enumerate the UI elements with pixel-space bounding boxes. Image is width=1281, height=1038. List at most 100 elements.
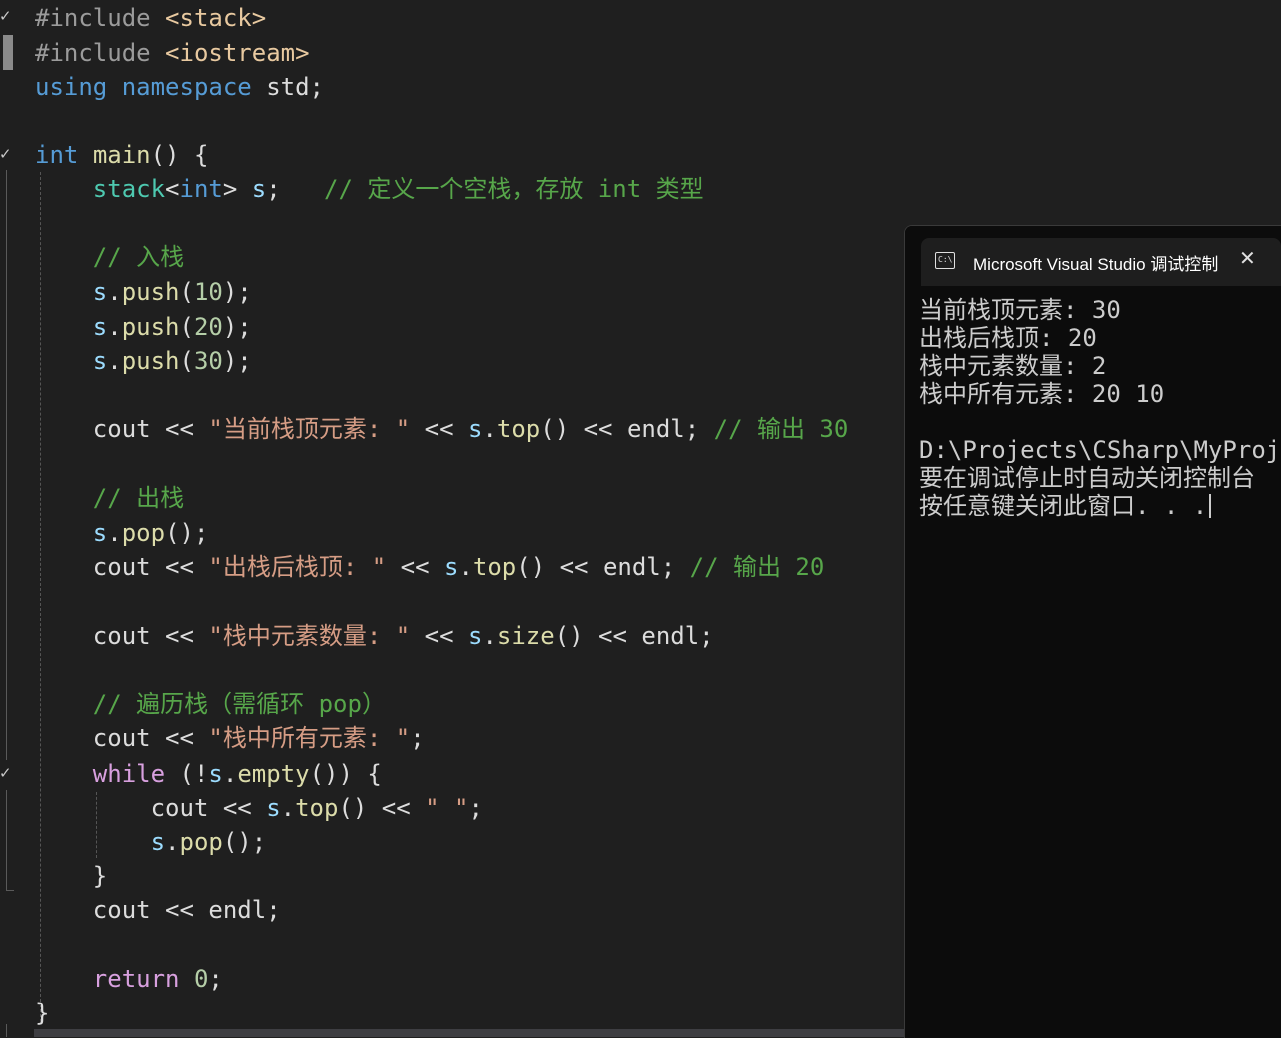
code-token: . [107,313,122,341]
debug-console-window[interactable]: C:\ Microsoft Visual Studio 调试控制台 ✕ 当前栈顶… [904,225,1281,1038]
code-line[interactable]: cout << "当前栈顶元素: " << s.top() << endl; /… [35,412,849,446]
code-line[interactable]: // 出栈 [35,481,184,515]
scope-line [6,790,7,890]
scope-line [6,1024,7,1037]
fold-chevron-icon[interactable]: ✓ [0,766,13,781]
code-token: 30 [193,347,223,375]
code-token: cout << [35,622,209,650]
console-output-text: 栈中元素数量: 2 [919,352,1107,380]
code-token: (); [165,519,209,547]
horizontal-scrollbar[interactable] [34,1029,904,1037]
code-token: . [107,519,122,547]
code-line[interactable]: using namespace std; [35,70,324,104]
code-token: cout << [35,553,209,581]
code-token: (); [222,828,267,856]
code-token: > [222,175,252,203]
code-token: top [295,794,339,822]
code-token: // 出栈 [92,484,185,512]
code-token: ( [179,347,194,375]
code-line[interactable]: cout << s.top() << " "; [35,791,483,825]
code-token: } [35,862,108,890]
code-line[interactable]: stack<int> s; // 定义一个空栈，存放 int 类型 [35,172,704,206]
code-line[interactable]: s.push(10); [35,275,252,309]
code-line[interactable]: s.pop(); [35,516,209,550]
code-line[interactable]: int main() { [35,138,208,172]
code-token: <stack> [165,4,267,32]
code-line[interactable]: cout << endl; [35,893,281,927]
code-token: << [386,553,444,581]
code-token: " " [425,794,469,822]
code-token: std; [251,73,324,101]
code-token: < [165,175,180,203]
code-token: // 输出 20 [689,553,825,581]
console-output-line: 要在调试停止时自动关闭控制台 [919,464,1281,492]
code-line[interactable]: // 入栈 [35,240,184,274]
code-line[interactable]: } [35,996,49,1030]
console-output-text: 按任意键关闭此窗口. . . [919,492,1208,520]
code-token: s [92,519,108,547]
code-token: s [92,347,108,375]
console-tab[interactable]: C:\ Microsoft Visual Studio 调试控制台 ✕ [921,238,1281,286]
code-token: int [179,175,223,203]
code-token: ; [266,175,325,203]
code-token: . [165,828,180,856]
code-token: . [107,347,122,375]
code-token: pop [121,519,166,547]
code-token: 20 [193,313,223,341]
code-line[interactable]: } [35,859,107,893]
code-line[interactable]: while (!s.empty()) { [35,757,382,791]
code-token: ; [410,724,425,752]
indent-guide [40,172,41,1022]
fold-chevron-icon[interactable]: ✓ [0,9,13,24]
code-token: s [467,622,483,650]
fold-chevron-icon[interactable]: ✓ [0,147,13,162]
code-token: s [467,415,483,443]
code-token: () { [150,141,209,169]
scope-line [6,170,7,760]
code-line[interactable]: cout << "栈中所有元素: "; [35,721,425,755]
code-token: ); [222,313,252,341]
console-titlebar[interactable]: C:\ Microsoft Visual Studio 调试控制台 ✕ [905,226,1281,286]
code-token: () << endl; [540,415,714,443]
code-line[interactable]: // 遍历栈（需循环 pop） [35,687,386,721]
code-token: . [222,760,238,788]
text-cursor [1209,494,1212,518]
console-output-text: D:\Projects\CSharp\MyProject [919,436,1281,464]
code-token: cout << [35,794,267,822]
indent-guide [96,792,97,858]
code-line[interactable]: s.push(30); [35,344,252,378]
code-line[interactable]: cout << "出栈后栈顶: " << s.top() << endl; //… [35,550,825,584]
console-app-icon: C:\ [935,252,955,269]
code-token: size [496,622,555,650]
code-token: empty [237,760,310,788]
console-output[interactable]: 当前栈顶元素: 30 出栈后栈顶: 20 栈中元素数量: 2 栈中所有元素: 20 1… [919,296,1281,520]
code-line[interactable]: #include <iostream> [35,36,310,70]
code-token: return [92,965,180,993]
code-token: s [443,553,459,581]
code-token: 10 [193,278,223,306]
code-token: . [458,553,473,581]
code-token: } [35,999,50,1027]
code-token: // 定义一个空栈，存放 int 类型 [324,175,704,203]
code-token: // 输出 30 [713,415,849,443]
code-token: main [92,141,151,169]
console-output-line: 按任意键关闭此窗口. . . [919,492,1281,520]
code-line[interactable]: return 0; [35,962,223,996]
code-line[interactable]: s.push(20); [35,310,252,344]
code-token: using [35,73,108,101]
code-line[interactable]: #include <stack> [35,1,266,35]
code-token: () << endl; [554,622,714,650]
code-token: cout << endl; [35,896,281,924]
console-output-line: D:\Projects\CSharp\MyProject [919,436,1281,464]
code-line[interactable]: s.pop(); [35,825,267,859]
code-token: int [35,141,79,169]
close-icon[interactable]: ✕ [1239,248,1256,268]
code-line[interactable]: cout << "栈中元素数量: " << s.size() << endl; [35,619,714,653]
code-token: () << endl; [516,553,690,581]
